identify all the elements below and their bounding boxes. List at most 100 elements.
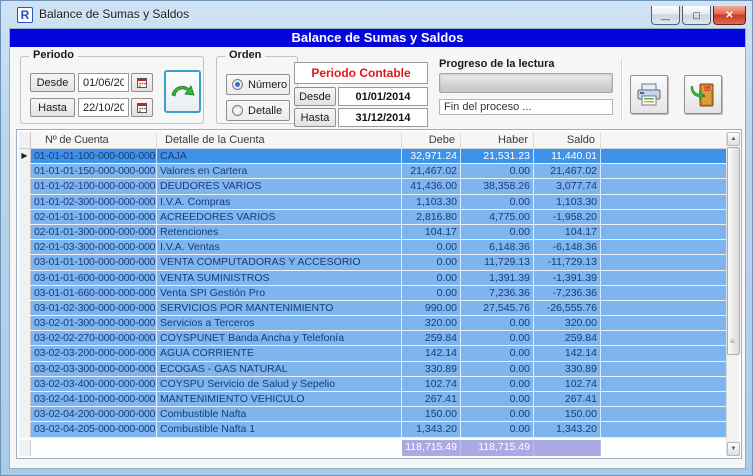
scroll-down-button[interactable]: ▼ — [727, 442, 740, 456]
periodo-contable-title[interactable]: Periodo Contable — [294, 62, 428, 84]
progress-status: Fin del proceso ... — [439, 99, 613, 115]
header-detalle[interactable]: Detalle de la Cuenta — [157, 132, 402, 148]
cell-filler — [601, 210, 728, 224]
cell-haber: 4,775.00 — [461, 210, 534, 224]
periodo-desde-input[interactable] — [78, 73, 129, 92]
contable-desde-button[interactable]: Desde — [294, 87, 336, 106]
orden-option-numero[interactable]: Número — [226, 74, 290, 95]
form-banner: Balance de Sumas y Saldos — [10, 29, 745, 47]
cell-debe: 41,436.00 — [402, 179, 461, 193]
table-row[interactable]: 03-02-03-200-000-000-000AGUA CORRIENTE14… — [19, 346, 728, 361]
exit-button[interactable]: EXIT — [684, 75, 722, 114]
load-balance-button[interactable] — [164, 70, 201, 113]
table-row[interactable]: 02-01-03-300-000-000-000I.V.A. Ventas0.0… — [19, 240, 728, 255]
header-haber[interactable]: Haber — [461, 132, 534, 148]
table-row[interactable]: 01-01-01-150-000-000-000Valores en Carte… — [19, 164, 728, 179]
table-row[interactable]: 03-02-02-270-000-000-000COYSPUNET Banda … — [19, 331, 728, 346]
periodo-hasta-input[interactable] — [78, 98, 129, 117]
cell-saldo: 320.00 — [534, 316, 601, 330]
maximize-button[interactable]: ▢ — [682, 6, 711, 25]
cell-haber: 0.00 — [461, 422, 534, 436]
cell-haber: 1,391.39 — [461, 271, 534, 285]
total-haber: 118,715.49 — [461, 440, 534, 456]
periodo-hasta-calendar-button[interactable] — [131, 98, 153, 117]
table-row[interactable]: 03-02-04-200-000-000-000Combustible Naft… — [19, 407, 728, 422]
periodo-desde-label: Desde — [37, 77, 69, 89]
table-row[interactable]: 03-02-03-300-000-000-000ECOGAS - GAS NAT… — [19, 362, 728, 377]
table-row[interactable]: 03-01-02-300-000-000-000SERVICIOS POR MA… — [19, 301, 728, 316]
cell-debe: 104.17 — [402, 225, 461, 239]
row-selector — [19, 301, 31, 315]
cell-cuenta: 03-01-01-600-000-000-000 — [31, 271, 157, 285]
balance-grid: Nº de Cuenta Detalle de la Cuenta Debe H… — [19, 132, 728, 456]
row-selector — [19, 316, 31, 330]
contable-hasta-button[interactable]: Hasta — [294, 108, 336, 127]
minimize-button[interactable]: — — [651, 6, 680, 25]
cell-filler — [601, 271, 728, 285]
cell-debe: 102.74 — [402, 377, 461, 391]
orden-option-detalle[interactable]: Detalle — [226, 100, 290, 121]
cell-debe: 320.00 — [402, 316, 461, 330]
table-row[interactable]: 01-01-02-300-000-000-000I.V.A. Compras1,… — [19, 195, 728, 210]
cell-filler — [601, 164, 728, 178]
table-row[interactable]: 02-01-01-300-000-000-000Retenciones104.1… — [19, 225, 728, 240]
table-row[interactable]: 03-01-01-600-000-000-000VENTA SUMINISTRO… — [19, 271, 728, 286]
cell-debe: 0.00 — [402, 255, 461, 269]
cell-saldo: 21,467.02 — [534, 164, 601, 178]
cell-saldo: 1,343.20 — [534, 422, 601, 436]
cell-debe: 142.14 — [402, 346, 461, 360]
table-body: ▶01-01-01-100-000-000-000CAJA32,971.2421… — [19, 149, 728, 438]
cell-haber: 0.00 — [461, 331, 534, 345]
vertical-scrollbar[interactable]: ▲ ▼ — [726, 132, 739, 456]
cell-haber: 0.00 — [461, 316, 534, 330]
cell-debe: 330.89 — [402, 362, 461, 376]
periodo-hasta-button[interactable]: Hasta — [30, 98, 75, 117]
table-row[interactable]: 01-01-02-100-000-000-000DEUDORES VARIOS4… — [19, 179, 728, 194]
cell-haber: 11,729.13 — [461, 255, 534, 269]
print-button[interactable] — [630, 75, 668, 114]
refresh-arrow-icon — [170, 82, 196, 102]
cell-filler — [601, 346, 728, 360]
table-row[interactable]: 03-02-01-300-000-000-000Servicios a Terc… — [19, 316, 728, 331]
row-selector — [19, 331, 31, 345]
contable-desde-input[interactable] — [338, 87, 428, 106]
cell-filler — [601, 149, 728, 163]
table-header-row: Nº de Cuenta Detalle de la Cuenta Debe H… — [19, 132, 728, 149]
scrollbar-thumb[interactable] — [727, 147, 740, 355]
cell-cuenta: 03-02-04-100-000-000-000 — [31, 392, 157, 406]
cell-haber: 0.00 — [461, 225, 534, 239]
cell-cuenta: 03-02-02-270-000-000-000 — [31, 331, 157, 345]
table-row[interactable]: 03-01-01-660-000-000-000Venta SPI Gestió… — [19, 286, 728, 301]
table-row[interactable]: 03-02-04-100-000-000-000MANTENIMIENTO VE… — [19, 392, 728, 407]
cell-debe: 150.00 — [402, 407, 461, 421]
row-selector — [19, 179, 31, 193]
header-saldo[interactable]: Saldo — [534, 132, 601, 148]
header-debe[interactable]: Debe — [402, 132, 461, 148]
periodo-desde-button[interactable]: Desde — [30, 73, 75, 92]
cell-filler — [601, 362, 728, 376]
table-row[interactable]: 03-02-03-400-000-000-000COYSPU Servicio … — [19, 377, 728, 392]
table-row[interactable]: ▶01-01-01-100-000-000-000CAJA32,971.2421… — [19, 149, 728, 164]
scroll-down-icon: ▼ — [731, 446, 737, 452]
titlebar[interactable]: R Balance de Sumas y Saldos — ▢ ✕ — [1, 1, 752, 28]
cell-saldo: -1,391.39 — [534, 271, 601, 285]
table-row[interactable]: 03-02-04-205-000-000-000Combustible Naft… — [19, 422, 728, 437]
cell-cuenta: 01-01-01-150-000-000-000 — [31, 164, 157, 178]
cell-cuenta: 01-01-02-100-000-000-000 — [31, 179, 157, 193]
cell-saldo: -26,555.76 — [534, 301, 601, 315]
cell-haber: 21,531.23 — [461, 149, 534, 163]
header-cuenta[interactable]: Nº de Cuenta — [31, 132, 157, 148]
table-row[interactable]: 03-01-01-100-000-000-000VENTA COMPUTADOR… — [19, 255, 728, 270]
periodo-legend: Periodo — [29, 49, 78, 61]
periodo-desde-calendar-button[interactable] — [131, 73, 153, 92]
contable-hasta-input[interactable] — [338, 108, 428, 127]
table-row[interactable]: 02-01-01-100-000-000-000ACREEDORES VARIO… — [19, 210, 728, 225]
cell-detalle: Servicios a Terceros — [157, 316, 402, 330]
orden-group: Orden Número Detalle — [216, 56, 298, 124]
cell-debe: 990.00 — [402, 301, 461, 315]
cell-haber: 0.00 — [461, 407, 534, 421]
close-button[interactable]: ✕ — [713, 6, 746, 25]
scroll-up-button[interactable]: ▲ — [727, 132, 740, 146]
cell-cuenta: 02-01-03-300-000-000-000 — [31, 240, 157, 254]
cell-filler — [601, 301, 728, 315]
